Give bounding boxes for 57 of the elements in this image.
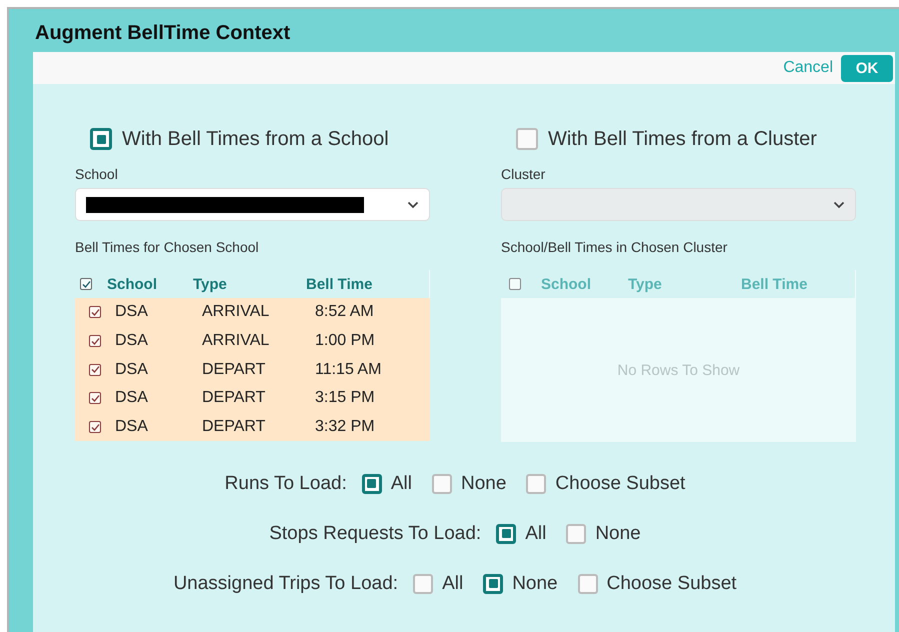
ok-button[interactable]: OK [841, 54, 893, 82]
cancel-link[interactable]: Cancel [783, 59, 833, 77]
radio-box[interactable] [526, 474, 546, 494]
option-label: None [460, 472, 506, 494]
load-label: Runs To Load: [224, 472, 347, 494]
option-label: With Bell Times from a School [122, 128, 389, 150]
select-all-checkbox[interactable] [80, 278, 92, 290]
table-cell-text: 11:15 AM [315, 360, 382, 379]
table-cell-text: 3:32 PM [315, 418, 376, 436]
option-label: None [512, 572, 558, 594]
option-label: All [442, 572, 464, 594]
radio-box[interactable] [516, 128, 538, 150]
table-cell-text: DSA [115, 389, 149, 408]
option-label: Choose Subset [555, 472, 686, 494]
row-checkbox[interactable] [89, 335, 101, 348]
table-cell-text: 8:52 AM [315, 303, 375, 322]
field-label: Cluster [501, 166, 546, 182]
table-label: School/Bell Times in Chosen Cluster [501, 239, 728, 255]
column-header[interactable]: Type [193, 276, 306, 292]
option-label: Choose Subset [606, 572, 737, 594]
row-checkbox[interactable] [89, 421, 101, 434]
dropdown-field[interactable] [75, 188, 430, 221]
table-cell-text: DEPART [202, 418, 266, 436]
chevron-down-icon [833, 200, 845, 208]
load-label: Stops Requests To Load: [269, 522, 482, 544]
option-label: None [595, 522, 641, 544]
radio-box[interactable] [432, 474, 452, 494]
option-label: With Bell Times from a Cluster [548, 128, 817, 150]
row-checkbox[interactable] [89, 364, 101, 376]
table-cell-text: DSA [115, 360, 149, 379]
table-cell-text: DEPART [202, 360, 266, 379]
option-label: All [525, 522, 546, 544]
dialog-title: Augment BellTime Context [34, 21, 292, 46]
radio-box[interactable] [566, 524, 586, 544]
radio-box[interactable] [90, 128, 112, 150]
load-label: Unassigned Trips To Load: [173, 572, 398, 594]
radio-box[interactable] [496, 524, 516, 544]
radio-box[interactable] [362, 474, 382, 494]
table-cell-text: 1:00 PM [315, 332, 376, 350]
radio-box[interactable] [578, 574, 598, 594]
table-cell-text: DSA [115, 303, 149, 322]
row-checkbox[interactable] [89, 306, 101, 318]
table-cell-text: DEPART [202, 389, 266, 408]
table-cell-text: 3:15 PM [315, 389, 376, 408]
column-header[interactable]: Bell Time [306, 276, 416, 292]
option-label: All [390, 472, 412, 494]
table-cell-text: DSA [115, 418, 149, 436]
table-cell-text: ARRIVAL [202, 303, 270, 322]
table-cell-text: ARRIVAL [202, 332, 270, 350]
table-cell-text: DSA [115, 332, 149, 350]
chevron-down-icon [407, 200, 419, 208]
row-checkbox[interactable] [89, 392, 101, 404]
field-label: School [75, 166, 119, 182]
column-header[interactable]: School [107, 276, 193, 292]
table-label: Bell Times for Chosen School [75, 239, 260, 255]
radio-box[interactable] [413, 574, 434, 594]
radio-box[interactable] [483, 574, 504, 594]
